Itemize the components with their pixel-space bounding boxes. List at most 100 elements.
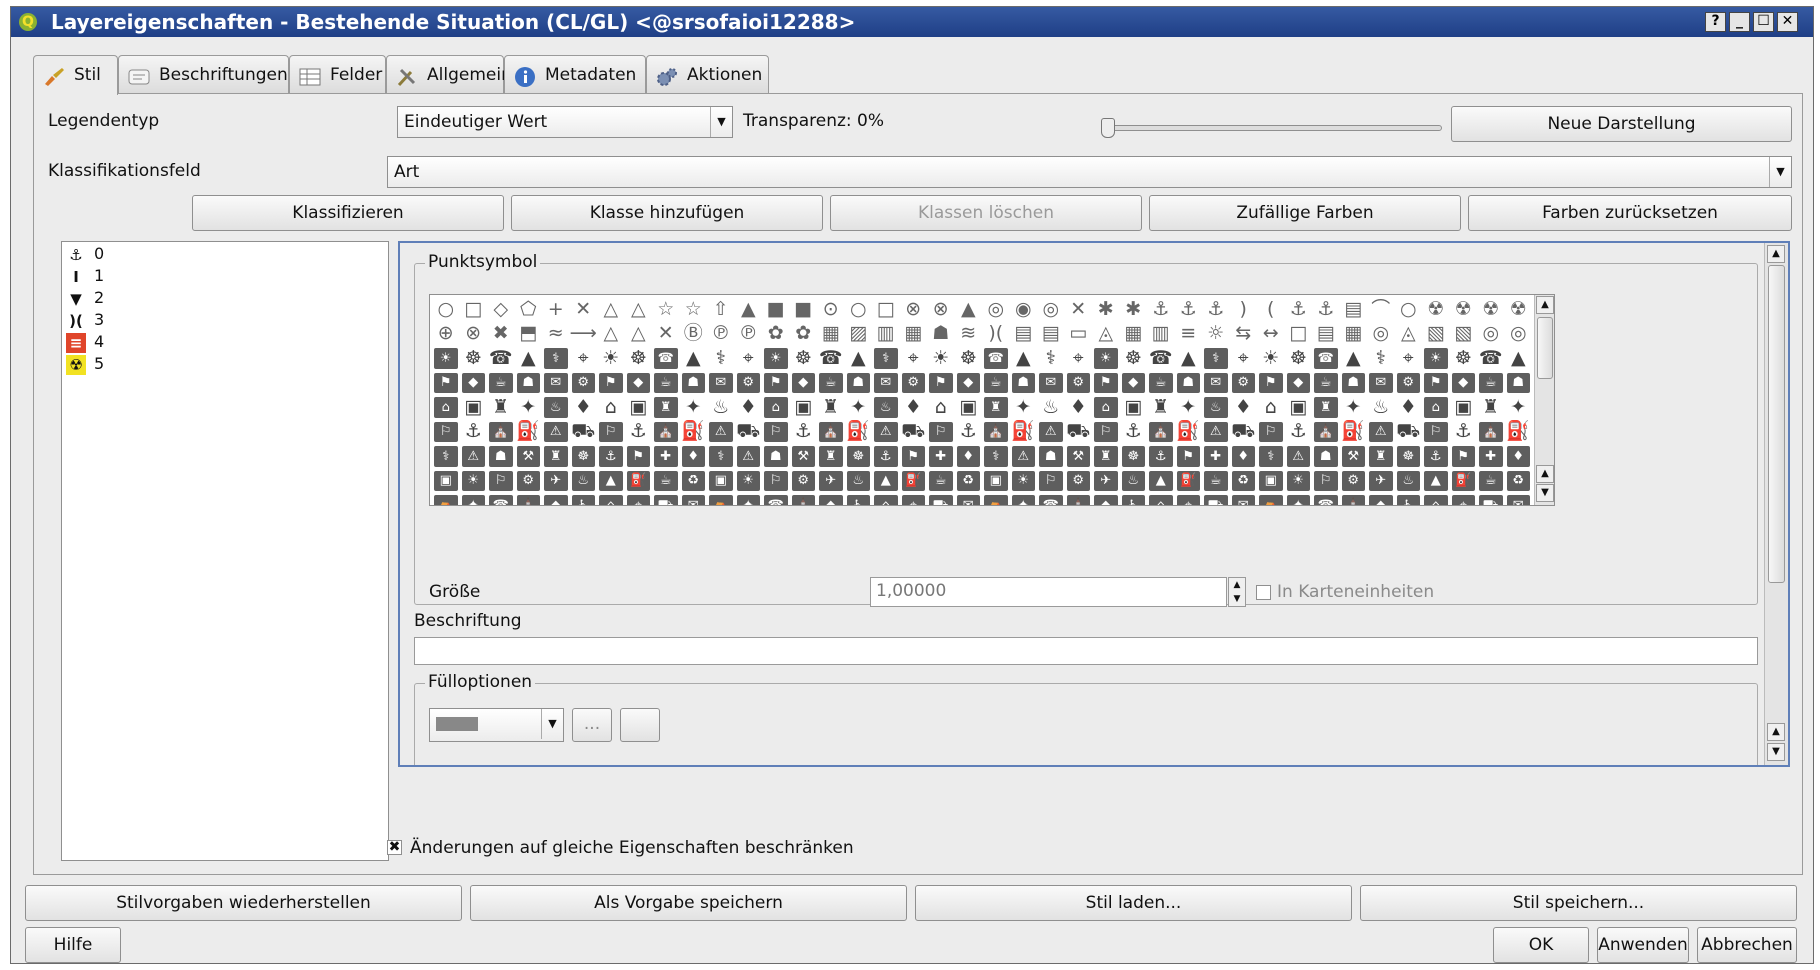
symbol-cell[interactable]: ▲ — [1340, 346, 1368, 371]
scroll-down-icon[interactable]: ▼ — [1767, 743, 1785, 761]
symbol-cell[interactable]: ⛺ — [709, 495, 733, 505]
symbol-cell[interactable]: ⛺ — [434, 495, 458, 505]
symbol-cell[interactable]: ☸ — [1121, 446, 1145, 467]
symbol-cell[interactable]: ◆ — [1286, 372, 1310, 393]
symbol-cell[interactable]: ▦ — [900, 322, 928, 347]
symbol-cell[interactable]: ☗ — [764, 446, 788, 467]
symbol-cell[interactable]: ▤ — [1312, 322, 1340, 347]
symbol-cell[interactable]: ✕ — [570, 297, 598, 322]
symbol-cell[interactable]: ✉ — [1204, 372, 1228, 393]
symbol-cell[interactable]: ⚓ — [1285, 297, 1313, 322]
symbol-cell[interactable]: ✦ — [1340, 395, 1368, 420]
symbol-cell[interactable]: ▲ — [680, 346, 708, 371]
class-item-1[interactable]: I1 — [66, 266, 104, 286]
symbol-cell[interactable]: ⛪ — [984, 421, 1008, 442]
symbol-cell[interactable]: ♦ — [570, 395, 598, 420]
tab-metadaten[interactable]: Metadaten — [504, 55, 646, 93]
symbol-cell[interactable]: ♜ — [1094, 446, 1118, 467]
symbol-cell[interactable]: ☢ — [1477, 297, 1505, 322]
symbol-cell[interactable]: ▦ — [1120, 322, 1148, 347]
symbol-cell[interactable]: ♨ — [1396, 470, 1420, 491]
symbol-cell[interactable]: ◆ — [626, 372, 650, 393]
symbol-scroll-area[interactable]: Punktsymbol ○ □ ◇ ⬠ + ✕ △ △ ☆ ☆ ⇧ ▲ ■ ■ ⊙ ○ □ ⊗ ⊗ ▲ ◎ ◉ ◎ ✕ ✱ ✱ ⚓ ⚓… — [398, 241, 1790, 767]
symbol-cell[interactable]: ⌖ — [1395, 346, 1423, 371]
symbol-cell[interactable]: ⚐ — [1424, 421, 1448, 442]
symbol-cell[interactable]: ⌂ — [597, 395, 625, 420]
symbol-cell[interactable]: ☕ — [1314, 372, 1338, 393]
symbol-cell[interactable]: ⛪ — [1314, 421, 1338, 442]
symbol-cell[interactable]: ♦ — [1230, 395, 1258, 420]
symbol-cell[interactable]: ☎ — [1039, 495, 1063, 505]
symbol-cell[interactable]: ⚑ — [764, 372, 788, 393]
symbol-cell[interactable]: ☸ — [1450, 346, 1478, 371]
panel-scrollbar[interactable]: ▲ ▲ ▼ — [1764, 243, 1788, 765]
symbol-cell[interactable]: ♜ — [1147, 395, 1175, 420]
ok-button[interactable]: OK — [1493, 927, 1589, 963]
symbol-cell[interactable]: ☀ — [461, 470, 485, 491]
minimize-button[interactable]: _ — [1729, 12, 1750, 32]
symbol-cell[interactable]: ⚙ — [1066, 372, 1090, 393]
symbol-cell[interactable]: ⚙ — [571, 372, 595, 393]
symbol-cell[interactable]: ✦ — [1010, 395, 1038, 420]
symbol-cell[interactable]: ☀ — [1094, 348, 1118, 369]
symbol-cell[interactable]: ✉ — [1039, 372, 1063, 393]
symbol-cell[interactable]: ☗ — [1039, 446, 1063, 467]
symbol-cell[interactable]: ◆ — [791, 372, 815, 393]
symbol-cell[interactable]: ✉ — [1369, 372, 1393, 393]
symbol-cell[interactable]: ▲ — [1010, 346, 1038, 371]
symbol-cell[interactable]: ☗ — [1314, 446, 1338, 467]
symbol-cell[interactable]: ⊗ — [927, 297, 955, 322]
symbol-cell[interactable]: ♜ — [1314, 397, 1338, 418]
symbol-cell[interactable]: ▤ — [1010, 322, 1038, 347]
symbol-cell[interactable]: ⚕ — [434, 446, 458, 467]
symbol-cell[interactable]: ℗ — [735, 322, 763, 347]
apply-button[interactable]: Anwenden — [1597, 927, 1689, 963]
symbol-cell[interactable]: ⚠ — [874, 421, 898, 442]
symbol-cell[interactable]: ☀ — [1011, 470, 1035, 491]
symbol-cell[interactable]: ℗ — [707, 322, 735, 347]
symbol-cell[interactable]: ☗ — [846, 372, 870, 393]
symbol-cell[interactable]: ⚒ — [1066, 446, 1090, 467]
symbol-cell[interactable]: ♨ — [846, 470, 870, 491]
symbol-cell[interactable]: □ — [460, 297, 488, 322]
symbol-cell[interactable]: ⚐ — [929, 421, 953, 442]
symbol-cell[interactable]: ⛟ — [654, 495, 678, 505]
symbol-cell[interactable]: ◎ — [1477, 322, 1505, 347]
symbol-cell[interactable]: ◆ — [1094, 495, 1118, 505]
cancel-button[interactable]: Abbrechen — [1697, 927, 1797, 963]
symbol-cell[interactable]: ✱ — [1092, 297, 1120, 322]
symbol-cell[interactable]: △ — [597, 322, 625, 347]
symbol-cell[interactable]: ⛽ — [1176, 470, 1200, 491]
symbol-cell[interactable]: ♦ — [1395, 395, 1423, 420]
symbol-cell[interactable]: ♦ — [681, 446, 705, 467]
symbol-cell[interactable]: ☎ — [1147, 346, 1175, 371]
symbol-cell[interactable]: ⚒ — [516, 446, 540, 467]
symbol-cell[interactable]: △ — [597, 297, 625, 322]
symbol-cell[interactable]: Ⓑ — [680, 322, 708, 347]
symbol-cell[interactable]: ♨ — [1037, 395, 1065, 420]
symbol-cell[interactable]: ☎ — [489, 495, 513, 505]
symbol-cell[interactable]: ☸ — [790, 346, 818, 371]
symbol-cell[interactable]: ◆ — [1369, 495, 1393, 505]
symbol-cell[interactable]: ✱ — [1120, 297, 1148, 322]
symbol-cell[interactable]: ☕ — [984, 372, 1008, 393]
symbol-cell[interactable]: ⚐ — [1314, 470, 1338, 491]
symbol-cell[interactable]: ⚐ — [764, 470, 788, 491]
symbol-cell[interactable]: ⚓ — [790, 420, 818, 445]
symbol-cell[interactable]: ☎ — [487, 346, 515, 371]
symbol-cell[interactable]: ⌖ — [1065, 346, 1093, 371]
symbol-cell[interactable]: ☎ — [1314, 495, 1338, 505]
symbol-cell[interactable]: ✦ — [1175, 395, 1203, 420]
symbol-cell[interactable]: ▣ — [1285, 395, 1313, 420]
symbol-cell[interactable]: ♦ — [1065, 395, 1093, 420]
symbol-cell[interactable]: ⚓ — [1202, 297, 1230, 322]
symbol-cell[interactable]: ⊗ — [900, 297, 928, 322]
symbol-cell[interactable]: ▣ — [1259, 470, 1283, 491]
symbol-cell[interactable]: ⌂ — [1149, 495, 1173, 505]
tab-stil[interactable]: Stil — [33, 55, 118, 95]
symbol-cell[interactable]: ✉ — [1231, 495, 1255, 505]
symbol-cell[interactable]: ⌖ — [1176, 495, 1200, 505]
symbol-cell[interactable]: ☀ — [1257, 346, 1285, 371]
symbol-cell[interactable]: ✉ — [1506, 495, 1530, 505]
symbol-cell[interactable]: ✕ — [1065, 297, 1093, 322]
